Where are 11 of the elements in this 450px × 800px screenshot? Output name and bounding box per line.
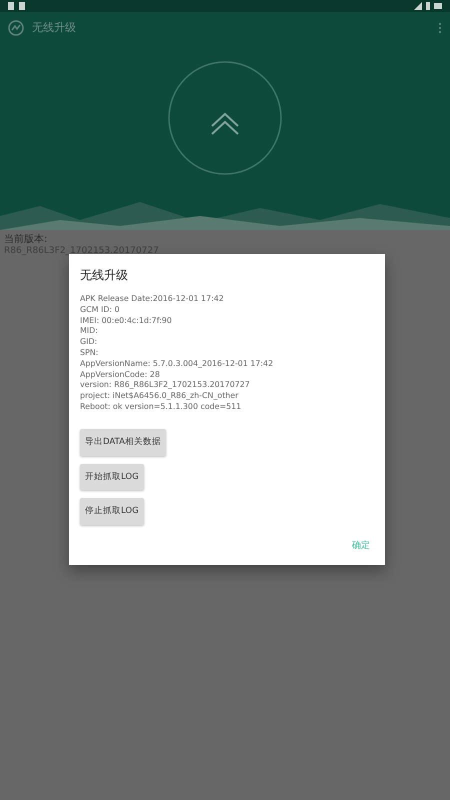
menu-icon[interactable] [438, 22, 442, 34]
action-button[interactable]: 导出DATA相关数据 [80, 428, 166, 456]
version-label: 当前版本: [4, 234, 48, 246]
action-button[interactable]: 停止抓取LOG [80, 498, 144, 526]
upgrade-circle-icon[interactable] [167, 60, 283, 176]
status-icons [414, 2, 442, 10]
action-button[interactable]: 开始抓取LOG [80, 464, 144, 490]
dialog-title: 无线升级 [80, 267, 129, 284]
notification-icons [8, 2, 28, 10]
app-logo-icon [8, 20, 24, 36]
app-title: 无线升级 [32, 20, 76, 36]
